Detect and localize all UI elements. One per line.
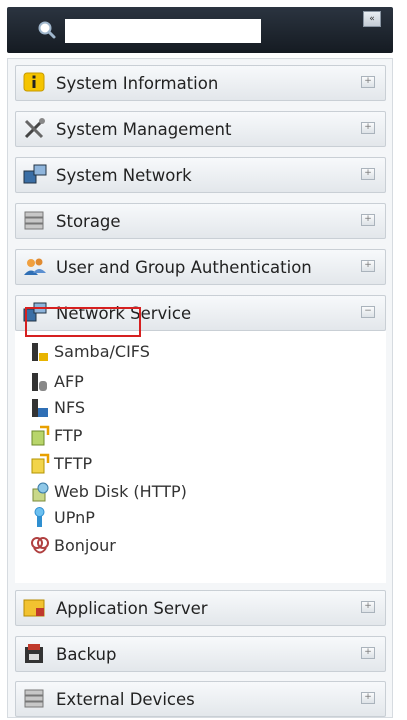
expand-icon[interactable]: + (361, 168, 375, 180)
expand-icon[interactable]: + (361, 260, 375, 272)
expand-icon[interactable]: + (361, 601, 375, 613)
network-icon (23, 164, 47, 184)
submenu-label: TFTP (54, 454, 93, 473)
submenu-label: NFS (54, 398, 86, 417)
bonjour-icon (31, 537, 49, 554)
search-bar: « (7, 7, 393, 53)
menu-label: Backup (56, 645, 117, 664)
storage-icon (24, 211, 44, 230)
submenu-label: Bonjour (54, 536, 116, 555)
info-icon (23, 72, 45, 92)
submenu-label: AFP (54, 372, 84, 391)
tftp-icon (31, 453, 50, 474)
menu-panel: System Information + System Management +… (7, 58, 393, 718)
menu-label: System Management (56, 120, 232, 139)
users-icon (24, 258, 46, 275)
menu-backup[interactable]: Backup + (15, 636, 386, 672)
submenu-label: Samba/CIFS (54, 342, 150, 361)
search-icon[interactable] (37, 20, 57, 40)
tools-icon (24, 118, 45, 139)
menu-external-devices[interactable]: External Devices + (15, 681, 386, 717)
menu-user-group-authentication[interactable]: User and Group Authentication + (15, 249, 386, 285)
collapse-icon[interactable]: − (361, 306, 375, 318)
backup-icon (25, 644, 43, 663)
menu-application-server[interactable]: Application Server + (15, 590, 386, 626)
nfs-icon (32, 399, 48, 417)
expand-icon[interactable]: + (361, 647, 375, 659)
expand-icon[interactable]: + (361, 214, 375, 226)
menu-label: System Information (56, 74, 219, 93)
navigation-frame: « System Information + System Management… (0, 0, 407, 720)
ftp-icon (31, 425, 50, 446)
upnp-icon (34, 507, 45, 527)
afp-highlight-box (25, 307, 141, 337)
web-disk-icon (32, 482, 49, 502)
menu-label: Storage (56, 212, 121, 231)
expand-icon[interactable]: + (361, 692, 375, 704)
menu-system-management[interactable]: System Management + (15, 111, 386, 147)
submenu-label: Web Disk (HTTP) (54, 482, 187, 501)
search-input[interactable] (65, 19, 261, 43)
menu-storage[interactable]: Storage + (15, 203, 386, 239)
submenu-label: FTP (54, 426, 83, 445)
menu-label: System Network (56, 166, 192, 185)
menu-label: External Devices (56, 690, 195, 709)
submenu-label: UPnP (54, 508, 95, 527)
afp-icon (32, 373, 47, 391)
menu-label: User and Group Authentication (56, 258, 312, 277)
expand-icon[interactable]: + (361, 76, 375, 88)
menu-system-network[interactable]: System Network + (15, 157, 386, 193)
menu-system-information[interactable]: System Information + (15, 65, 386, 101)
external-devices-icon (24, 689, 44, 708)
expand-icon[interactable]: + (361, 122, 375, 134)
app-server-icon (23, 599, 45, 617)
menu-label: Application Server (56, 599, 208, 618)
collapse-sidebar-button[interactable]: « (363, 11, 381, 27)
samba-icon (32, 343, 48, 361)
